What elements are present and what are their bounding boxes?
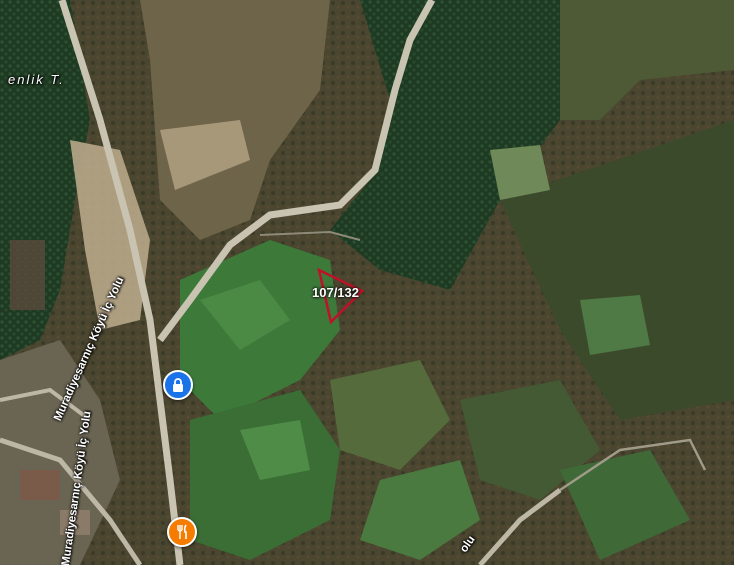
lock-poi-marker[interactable]	[163, 370, 193, 400]
parcel-overlay	[317, 267, 365, 325]
parcel-label: 107/132	[312, 285, 359, 300]
satellite-map[interactable]: enlik T. Muradiyesarnıç Köyü İç Yolu Mur…	[0, 0, 734, 565]
restaurant-poi-marker[interactable]	[167, 517, 197, 547]
place-label: enlik T.	[8, 72, 65, 87]
restaurant-icon	[177, 524, 187, 539]
lock-icon	[173, 378, 183, 392]
